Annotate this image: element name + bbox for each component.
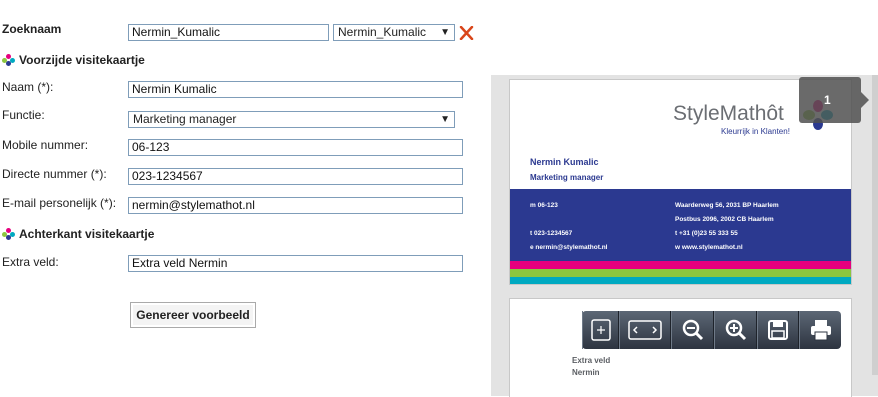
save-icon <box>768 320 788 340</box>
stylemathot-flower-icon <box>2 54 16 66</box>
zoom-out-button[interactable] <box>671 311 714 349</box>
company-website: w www.stylemathot.nl <box>675 244 743 251</box>
delete-icon[interactable] <box>459 26 474 40</box>
card-mobile: m 06-123 <box>530 202 558 209</box>
direct-input[interactable]: 023-1234567 <box>128 168 463 185</box>
stylemathot-flower-icon <box>2 228 16 240</box>
front-section-text: Voorzijde visitekaartje <box>19 53 145 67</box>
logo-tagline: Kleurrijk in Klanten! <box>721 127 790 136</box>
functie-select[interactable]: Marketing manager ▼ <box>128 111 455 128</box>
stripe-magenta <box>510 261 851 269</box>
zoom-in-icon <box>725 319 746 341</box>
page-number: 1 <box>824 93 831 107</box>
page-indicator: 1 <box>799 77 869 123</box>
naam-label: Naam (*): <box>2 80 54 94</box>
generate-preview-button[interactable]: Genereer voorbeeld <box>130 302 256 328</box>
print-button[interactable] <box>799 311 841 349</box>
functie-select-value: Marketing manager <box>133 112 237 126</box>
direct-label: Directe nummer (*): <box>2 167 107 181</box>
print-icon <box>810 320 831 341</box>
fit-page-button[interactable] <box>582 311 619 349</box>
company-address-1: Waarderweg 56, 2031 BP Haarlem <box>675 202 779 209</box>
save-button[interactable] <box>757 311 799 349</box>
stripe-cyan <box>510 277 851 284</box>
extra-input[interactable]: Extra veld Nermin <box>128 255 463 272</box>
badge-pointer-icon <box>861 92 869 108</box>
search-label: Zoeknaam <box>2 22 62 36</box>
mobile-input[interactable]: 06-123 <box>128 139 463 156</box>
email-input[interactable]: nermin@stylemathot.nl <box>128 197 463 214</box>
dropdown-arrow-icon: ▼ <box>440 27 450 38</box>
zoom-in-button[interactable] <box>714 311 757 349</box>
back-section-title: Achterkant visitekaartje <box>2 227 154 241</box>
company-address-2: Postbus 2096, 2002 CB Haarlem <box>675 216 774 223</box>
preview-scrollbar[interactable] <box>872 75 878 375</box>
dropdown-arrow-icon: ▼ <box>440 114 450 125</box>
stripe-green <box>510 269 851 277</box>
front-section-title: Voorzijde visitekaartje <box>2 53 145 67</box>
preview-toolbar <box>582 311 841 349</box>
company-phone: t +31 (0)23 55 333 55 <box>675 230 738 237</box>
zoom-out-icon <box>682 319 703 341</box>
functie-label: Functie: <box>2 108 45 122</box>
back-line-2: Nermin <box>572 368 600 377</box>
naam-input[interactable]: Nermin Kumalic <box>128 81 463 98</box>
logo-text: StyleMathôt <box>673 102 784 125</box>
search-select-value: Nermin_Kumalic <box>338 25 427 39</box>
card-name: Nermin Kumalic <box>530 157 599 167</box>
back-line-1: Extra veld <box>572 356 611 365</box>
card-email: e nermin@stylemathot.nl <box>530 244 608 251</box>
card-function: Marketing manager <box>530 173 604 182</box>
fit-page-icon <box>590 319 611 341</box>
extra-label: Extra veld: <box>2 255 59 269</box>
fit-width-icon <box>628 320 662 340</box>
email-label: E-mail personelijk (*): <box>2 196 117 210</box>
fit-width-button[interactable] <box>619 311 671 349</box>
mobile-label: Mobile nummer: <box>2 138 89 152</box>
search-input[interactable]: Nermin_Kumalic <box>128 24 329 41</box>
back-section-text: Achterkant visitekaartje <box>19 227 155 241</box>
search-select[interactable]: Nermin_Kumalic ▼ <box>333 24 455 41</box>
card-phone: t 023-1234567 <box>530 230 573 237</box>
